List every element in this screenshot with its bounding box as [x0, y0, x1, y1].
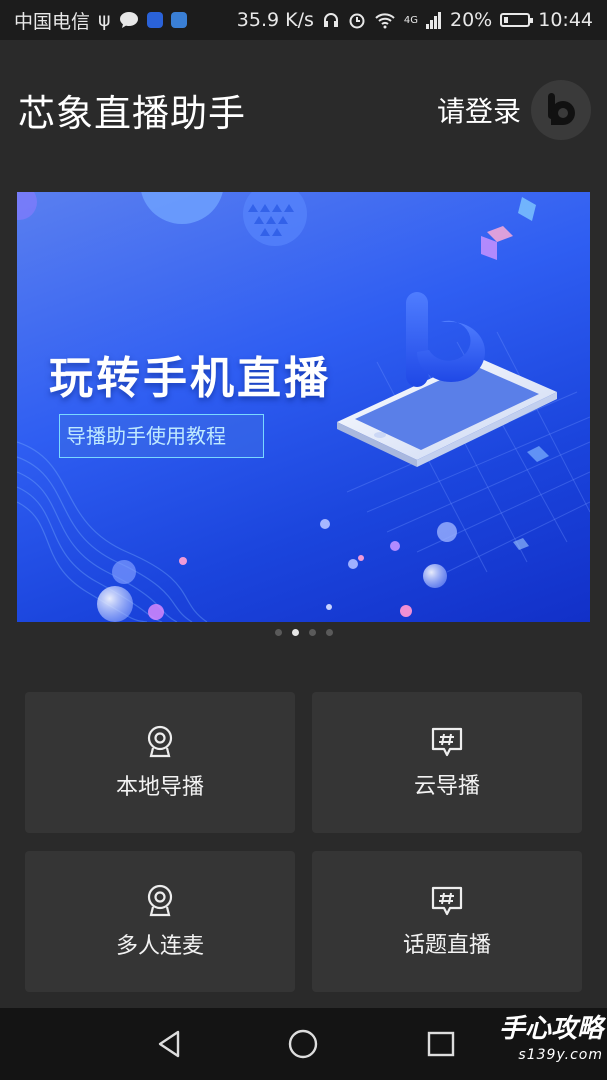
- app-title: 芯象直播助手: [18, 92, 246, 135]
- back-triangle-icon[interactable]: [152, 1026, 188, 1062]
- watermark-url: s139y.com: [518, 1047, 603, 1063]
- b-logo-icon: [548, 93, 575, 125]
- app-header: 芯象直播助手 请登录: [0, 40, 607, 180]
- signal-icon: [426, 12, 441, 29]
- battery-icon: [500, 13, 534, 27]
- carousel-dot[interactable]: [325, 629, 333, 636]
- menu-label: 本地导播: [115, 774, 204, 800]
- chat-icon: [119, 12, 138, 28]
- watermark: 手心攻略 s139y.com: [499, 1016, 603, 1068]
- banner-title: 玩转手机直播: [49, 353, 331, 404]
- menu-label: 多人连麦: [115, 933, 204, 959]
- login-button[interactable]: 请登录: [437, 80, 591, 140]
- battery-percent: 20%: [450, 9, 493, 31]
- avatar[interactable]: [531, 80, 591, 140]
- banner-carousel[interactable]: 玩转手机直播 导播助手使用教程: [17, 192, 590, 622]
- carrier-label: 中国电信: [14, 10, 91, 33]
- status-bar: 中国电信 ψ 35.9 K/s 4G 20% 10:44: [0, 0, 607, 40]
- carousel-dot[interactable]: [308, 629, 316, 636]
- wifi-icon: [375, 13, 395, 29]
- carousel-dot[interactable]: [274, 629, 282, 636]
- carousel-dot[interactable]: [291, 629, 299, 636]
- webcam-icon: [147, 725, 173, 757]
- alarm-icon: [349, 13, 365, 29]
- watermark-text: 手心攻略: [498, 1014, 603, 1044]
- home-circle-icon[interactable]: [285, 1026, 321, 1062]
- cloud-directing-card[interactable]: 云导播: [312, 692, 582, 833]
- menu-label: 话题直播: [402, 932, 491, 958]
- menu-label: 云导播: [413, 773, 480, 799]
- app-notification-icon: [146, 12, 163, 28]
- usb-icon: ψ: [98, 9, 111, 31]
- webcam-icon: [147, 884, 173, 916]
- hashtag-bubble-icon: [431, 727, 463, 756]
- topic-live-card[interactable]: 话题直播: [312, 851, 582, 992]
- local-directing-card[interactable]: 本地导播: [25, 692, 295, 833]
- carousel-indicator: [0, 629, 607, 636]
- network-speed: 35.9 K/s: [236, 9, 314, 31]
- clock: 10:44: [538, 9, 593, 31]
- shield-icon: [170, 12, 187, 28]
- banner-illustration: [17, 192, 590, 622]
- recents-square-icon[interactable]: [424, 1026, 460, 1062]
- headset-icon: [323, 13, 338, 27]
- multi-person-mic-card[interactable]: 多人连麦: [25, 851, 295, 992]
- banner-subtitle: 导播助手使用教程: [59, 414, 264, 458]
- hashtag-bubble-icon: [431, 886, 463, 915]
- login-label: 请登录: [436, 95, 521, 128]
- network-type: 4G: [403, 14, 418, 26]
